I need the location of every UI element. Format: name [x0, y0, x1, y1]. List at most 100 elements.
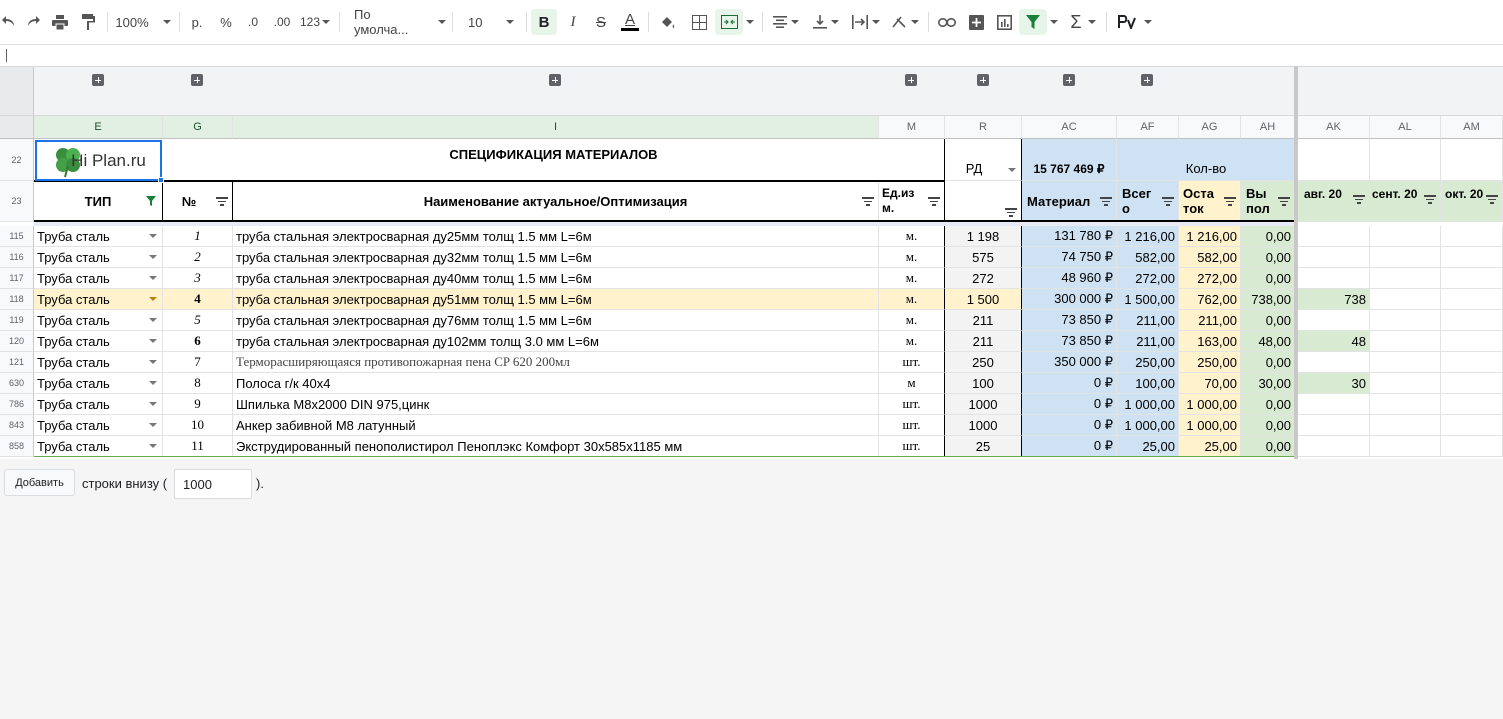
oct-cell[interactable]	[1441, 310, 1503, 331]
aug-cell[interactable]: 30	[1298, 373, 1370, 394]
done-qty-cell[interactable]: 0,00	[1241, 415, 1295, 436]
number-cell[interactable]: 4	[163, 289, 233, 310]
unit-cell[interactable]: шт.	[879, 436, 945, 457]
expand-group-icon[interactable]	[92, 74, 104, 86]
row-header[interactable]: 118	[0, 289, 34, 310]
empty-cell[interactable]	[1298, 139, 1370, 181]
number-cell[interactable]: 1	[163, 226, 233, 247]
name-cell[interactable]: Анкер забивной M8 латунный	[233, 415, 879, 436]
done-qty-cell[interactable]: 0,00	[1241, 268, 1295, 289]
done-qty-cell[interactable]: 0,00	[1241, 226, 1295, 247]
name-cell[interactable]: труба стальная электросварная ду76мм тол…	[233, 310, 879, 331]
formula-bar[interactable]	[0, 44, 1503, 66]
unit-cell[interactable]: м	[879, 373, 945, 394]
filter-icon[interactable]	[1019, 9, 1047, 35]
rd-cell[interactable]: 211	[945, 310, 1022, 331]
type-cell[interactable]: Труба сталь	[34, 436, 163, 457]
material-cost-cell[interactable]: 48 960 ₽	[1022, 268, 1117, 289]
material-cost-cell[interactable]: 73 850 ₽	[1022, 310, 1117, 331]
unit-cell[interactable]: м.	[879, 331, 945, 352]
rest-qty-cell[interactable]: 582,00	[1179, 247, 1241, 268]
rd-cell[interactable]: 1 500	[945, 289, 1022, 310]
dropdown-arrow-icon[interactable]	[149, 360, 157, 364]
material-cost-cell[interactable]: 0 ₽	[1022, 415, 1117, 436]
currency-format-button[interactable]: р.	[186, 9, 208, 35]
column-header-m[interactable]: M	[879, 116, 945, 139]
total-cost-cell[interactable]: 15 767 469 ₽	[1022, 139, 1117, 181]
row-header[interactable]: 23	[0, 181, 34, 222]
done-header-cell[interactable]: Вы пол	[1241, 181, 1295, 222]
filter-dropdown-icon[interactable]	[1047, 9, 1061, 35]
total-qty-cell[interactable]: 1 216,00	[1117, 226, 1179, 247]
filter-lines-icon[interactable]	[216, 196, 228, 206]
rest-qty-cell[interactable]: 163,00	[1179, 331, 1241, 352]
oct-cell[interactable]	[1441, 226, 1503, 247]
sep-cell[interactable]	[1370, 373, 1441, 394]
rest-qty-cell[interactable]: 762,00	[1179, 289, 1241, 310]
filter-lines-icon[interactable]	[1424, 194, 1436, 204]
number-cell[interactable]: 6	[163, 331, 233, 352]
done-qty-cell[interactable]: 30,00	[1241, 373, 1295, 394]
number-cell[interactable]: 5	[163, 310, 233, 331]
insert-comment-icon[interactable]	[963, 9, 989, 35]
type-cell[interactable]: Труба сталь	[34, 352, 163, 373]
text-wrap-icon[interactable]	[848, 9, 884, 35]
type-cell[interactable]: Труба сталь	[34, 373, 163, 394]
sep-cell[interactable]	[1370, 268, 1441, 289]
filter-lines-icon[interactable]	[928, 196, 940, 206]
dropdown-arrow-icon[interactable]	[149, 276, 157, 280]
sep-cell[interactable]	[1370, 310, 1441, 331]
aug-cell[interactable]: 738	[1298, 289, 1370, 310]
sep-cell[interactable]	[1370, 331, 1441, 352]
italic-button[interactable]: I	[560, 9, 586, 35]
dropdown-arrow-icon[interactable]	[1008, 168, 1016, 172]
oct-cell[interactable]	[1441, 268, 1503, 289]
total-qty-cell[interactable]: 25,00	[1117, 436, 1179, 457]
expand-group-icon[interactable]	[1063, 74, 1075, 86]
expand-group-icon[interactable]	[905, 74, 917, 86]
column-header-i[interactable]: I	[233, 116, 879, 139]
aug-cell[interactable]	[1298, 352, 1370, 373]
borders-icon[interactable]	[686, 9, 712, 35]
done-qty-cell[interactable]: 48,00	[1241, 331, 1295, 352]
aug-cell[interactable]	[1298, 247, 1370, 268]
column-header-af[interactable]: AF	[1117, 116, 1179, 139]
unit-cell[interactable]: м.	[879, 226, 945, 247]
material-cost-cell[interactable]: 0 ₽	[1022, 436, 1117, 457]
oct-cell[interactable]	[1441, 247, 1503, 268]
filter-lines-icon[interactable]	[1162, 196, 1174, 206]
name-header-cell[interactable]: Наименование актуальное/Оптимизация	[233, 181, 879, 222]
total-qty-cell[interactable]: 250,00	[1117, 352, 1179, 373]
aug-cell[interactable]	[1298, 310, 1370, 331]
filter-lines-icon[interactable]	[1353, 194, 1365, 204]
insert-link-icon[interactable]	[934, 9, 960, 35]
type-cell[interactable]: Труба сталь	[34, 247, 163, 268]
functions-icon[interactable]: Σ	[1066, 9, 1100, 35]
oct-cell[interactable]	[1441, 289, 1503, 310]
dropdown-arrow-icon[interactable]	[149, 423, 157, 427]
rd-cell[interactable]: 100	[945, 373, 1022, 394]
empty-cell[interactable]	[1441, 139, 1503, 181]
name-cell[interactable]: Терморасширяющаяся противопожарная пена …	[233, 352, 879, 373]
decrease-decimal-button[interactable]: .0	[241, 9, 265, 35]
print-icon[interactable]	[48, 9, 72, 35]
aug-cell[interactable]	[1298, 415, 1370, 436]
row-header[interactable]: 630	[0, 373, 34, 394]
insert-chart-icon[interactable]	[991, 9, 1017, 35]
input-tools-icon[interactable]	[1114, 9, 1156, 35]
sep-cell[interactable]	[1370, 289, 1441, 310]
oct-cell[interactable]	[1441, 373, 1503, 394]
sep-cell[interactable]	[1370, 247, 1441, 268]
done-qty-cell[interactable]: 738,00	[1241, 289, 1295, 310]
rest-qty-cell[interactable]: 211,00	[1179, 310, 1241, 331]
unit-cell[interactable]: шт.	[879, 415, 945, 436]
type-cell[interactable]: Труба сталь	[34, 289, 163, 310]
select-all-corner[interactable]	[0, 67, 34, 115]
aug-cell[interactable]	[1298, 268, 1370, 289]
aug-cell[interactable]	[1298, 394, 1370, 415]
dropdown-arrow-icon[interactable]	[149, 318, 157, 322]
filter-lines-icon[interactable]	[1100, 196, 1112, 206]
material-cost-cell[interactable]: 350 000 ₽	[1022, 352, 1117, 373]
expand-group-icon[interactable]	[549, 74, 561, 86]
rd-subheader-cell[interactable]	[945, 181, 1022, 222]
